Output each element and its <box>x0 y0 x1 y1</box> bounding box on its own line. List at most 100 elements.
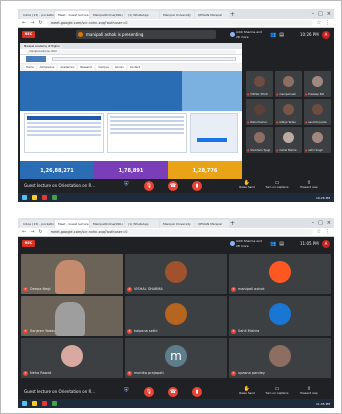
reload-icon[interactable]: ↻ <box>38 20 42 26</box>
site-search <box>52 57 236 61</box>
close-icon[interactable]: × <box>327 10 331 19</box>
participant-tile[interactable]: ●Vishal Mishra <box>275 127 302 153</box>
text-line <box>110 116 184 118</box>
presenting-banner[interactable]: manipall ashok is presenting <box>76 30 216 39</box>
shield-icon[interactable]: ⛨ <box>124 387 129 395</box>
browser-tab[interactable]: (1) WhatsApp <box>125 11 159 19</box>
participant-name-text: Shubham Tyagi <box>250 149 271 152</box>
mic-muted-icon: ✕ <box>23 287 28 292</box>
reload-icon[interactable]: ↻ <box>38 229 42 235</box>
participant-tile[interactable]: ●Shubham Tyagi <box>246 127 273 153</box>
captions-button[interactable]: ▭ Turn on captions <box>262 180 292 189</box>
video-tile[interactable]: ✕ manipall ashok <box>229 254 331 294</box>
browser-tab[interactable]: Inbox (13) - pocketkr@ <box>20 11 54 19</box>
shield-icon[interactable]: ⛨ <box>124 181 129 189</box>
account-avatar[interactable]: A <box>322 240 330 248</box>
forward-icon[interactable]: → <box>30 20 34 26</box>
browser-tab[interactable]: ManipalOnline(DRL) <box>90 220 124 228</box>
mic-muted-icon: ● <box>247 149 250 152</box>
video-tile[interactable]: ✕ Sanjeev Yadav <box>21 296 123 336</box>
browser-tab-active[interactable]: Meet - Guest lecture <box>55 11 89 19</box>
url-field[interactable]: meet.google.com/scr-nvhn-zqq?authuser=0 <box>46 229 313 235</box>
minimize-icon[interactable]: – <box>312 219 315 228</box>
browser-tab[interactable]: Manipal University <box>160 11 194 19</box>
text-line <box>27 130 101 132</box>
video-tile[interactable]: ✕ kalpana sethi <box>125 296 227 336</box>
chat-icon[interactable]: ▤ <box>279 32 287 38</box>
browser-tab-active[interactable]: Meet - Guest lecture <box>55 220 89 228</box>
maximize-icon[interactable]: □ <box>318 10 323 19</box>
participant-tile[interactable]: ●Pradeep Pat <box>304 71 331 97</box>
chat-icon[interactable]: ▤ <box>279 241 287 247</box>
star-icon[interactable]: ☆ <box>317 20 321 26</box>
site-menu: Home Admissions Academics Research Campu… <box>20 64 242 71</box>
end-call-button[interactable]: ☎ <box>168 181 178 191</box>
site-menu-item: Academics <box>58 65 77 70</box>
participant-tile[interactable]: ●Rahul Kumar <box>246 99 273 125</box>
raise-hand-button[interactable]: ✋ Raise hand <box>232 386 262 395</box>
meeting-name[interactable]: Guest lecture on Orientation on R... <box>24 389 95 394</box>
browser-tab[interactable]: QPSIAN Manipal <box>195 11 229 19</box>
participant-name-text: Akhil Singh <box>308 149 323 152</box>
minimize-icon[interactable]: – <box>312 10 315 19</box>
participant-tile[interactable]: ●sanchit pande <box>304 99 331 125</box>
video-tile[interactable]: ✕ upasna pandey <box>229 338 331 378</box>
camera-off-button[interactable]: ▮ <box>192 181 202 191</box>
menu-icon[interactable]: ⋮ <box>325 20 330 26</box>
video-tile[interactable]: m ✕ monika prajapati <box>125 338 227 378</box>
self-avatar <box>230 241 235 246</box>
menu-icon[interactable]: ⋮ <box>325 229 330 235</box>
present-now-button[interactable]: ⇪ Present now <box>294 180 324 189</box>
maximize-icon[interactable]: □ <box>318 219 323 228</box>
people-icon[interactable]: 👥 <box>270 241 279 247</box>
participant-tile[interactable]: ●Akhil Singh <box>304 127 331 153</box>
video-tile[interactable]: ✕ Sahil Mishra <box>229 296 331 336</box>
participant-name-text: Deepa Negi <box>30 287 51 291</box>
participant-name: ✕ Sanjeev Yadav <box>23 329 55 334</box>
top-icons: 👥▤ <box>270 32 287 38</box>
site-menu-item: Research <box>78 65 95 70</box>
browser-tab[interactable]: QPSIAN Manipal <box>195 220 229 228</box>
end-call-button[interactable]: ☎ <box>168 387 178 397</box>
url-field[interactable]: meet.google.com/scr-nvhn-zqq?authuser=0 <box>46 20 313 26</box>
participants-chip[interactable]: Aditi Sharma and 28 more <box>230 239 264 249</box>
new-tab-icon[interactable]: + <box>230 11 238 19</box>
browser-tab[interactable]: Manipal University <box>160 220 194 228</box>
chrome-icon[interactable] <box>42 195 47 200</box>
file-explorer-icon[interactable] <box>32 195 37 200</box>
windows-start-icon[interactable] <box>22 401 27 406</box>
new-tab-icon[interactable]: + <box>230 220 238 228</box>
video-tile[interactable]: ✕ VISHAL SHARMA <box>125 254 227 294</box>
mic-off-button[interactable]: 🎙 <box>144 387 154 397</box>
app-icon[interactable] <box>52 401 57 406</box>
taskbar-clock: 11:05 PM <box>316 401 330 406</box>
captions-button[interactable]: ▭ Turn on captions <box>262 386 292 395</box>
account-avatar[interactable]: A <box>322 31 330 39</box>
meeting-name[interactable]: Guest lecture on Orientation on R... <box>24 183 95 188</box>
back-icon[interactable]: ← <box>22 20 26 26</box>
camera-off-button[interactable]: ▮ <box>192 387 202 397</box>
participant-tile[interactable]: ●manipall ash <box>275 71 302 97</box>
back-icon[interactable]: ← <box>22 229 26 235</box>
mic-off-button[interactable]: 🎙 <box>144 181 154 191</box>
windows-start-icon[interactable] <box>22 195 27 200</box>
browser-tab[interactable]: Inbox (13) - pocketkr@ <box>20 220 54 228</box>
forward-icon[interactable]: → <box>30 229 34 235</box>
chrome-icon[interactable] <box>42 401 47 406</box>
browser-tab[interactable]: ManipalOnline(DRL) <box>90 11 124 19</box>
browser-tab[interactable]: (1) WhatsApp <box>125 220 159 228</box>
participants-chip[interactable]: Aditi Sharma and 28 more <box>230 30 264 40</box>
present-now-button[interactable]: ⇪ Present now <box>294 386 324 395</box>
video-tile[interactable]: ✕ Neha Rawat <box>21 338 123 378</box>
close-icon[interactable]: × <box>327 219 331 228</box>
people-icon[interactable]: 👥 <box>270 32 279 38</box>
app-icon[interactable] <box>52 195 57 200</box>
meet-control-bar: Guest lecture on Orientation on R... ⛨ 🎙… <box>18 179 334 193</box>
raise-hand-button[interactable]: ✋ Raise hand <box>232 180 262 189</box>
participant-tile[interactable]: ●Aditya Yadav <box>275 99 302 125</box>
video-tile[interactable]: ✕ Deepa Negi <box>21 254 123 294</box>
file-explorer-icon[interactable] <box>32 401 37 406</box>
self-avatar <box>230 32 235 37</box>
star-icon[interactable]: ☆ <box>317 229 321 235</box>
participant-tile[interactable]: ●VISHAL SHAR <box>246 71 273 97</box>
